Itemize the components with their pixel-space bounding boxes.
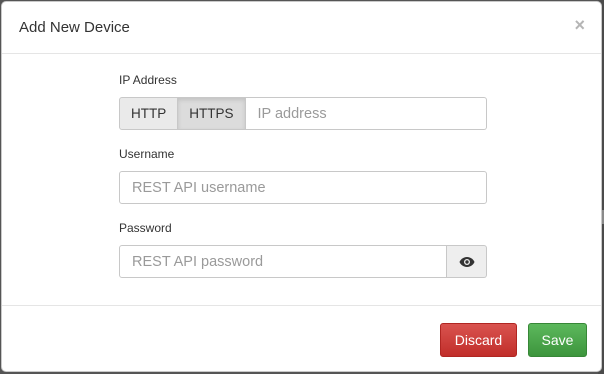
modal-body: IP Address HTTP HTTPS Username Password [2,54,601,306]
modal-header: Add New Device × [2,2,601,54]
password-input-group [119,245,487,278]
show-password-button[interactable] [447,245,487,278]
username-group: Username [119,147,487,204]
username-label: Username [119,147,175,161]
modal-title: Add New Device [19,19,130,36]
password-label: Password [119,221,172,235]
http-button[interactable]: HTTP [119,97,179,130]
username-input[interactable] [119,171,487,204]
eye-icon [459,256,474,267]
add-device-modal: Add New Device × IP Address HTTP HTTPS U… [1,1,602,372]
ip-address-input[interactable] [245,97,487,130]
close-icon[interactable]: × [574,16,585,34]
password-group: Password [119,221,487,278]
discard-button[interactable]: Discard [440,323,517,357]
ip-input-group: HTTP HTTPS [119,97,487,130]
ip-address-label: IP Address [119,73,177,87]
modal-footer: Discard Save [2,305,601,371]
password-input[interactable] [119,245,447,278]
https-button[interactable]: HTTPS [178,97,246,130]
save-button[interactable]: Save [528,323,587,357]
ip-address-group: IP Address HTTP HTTPS [119,73,487,130]
